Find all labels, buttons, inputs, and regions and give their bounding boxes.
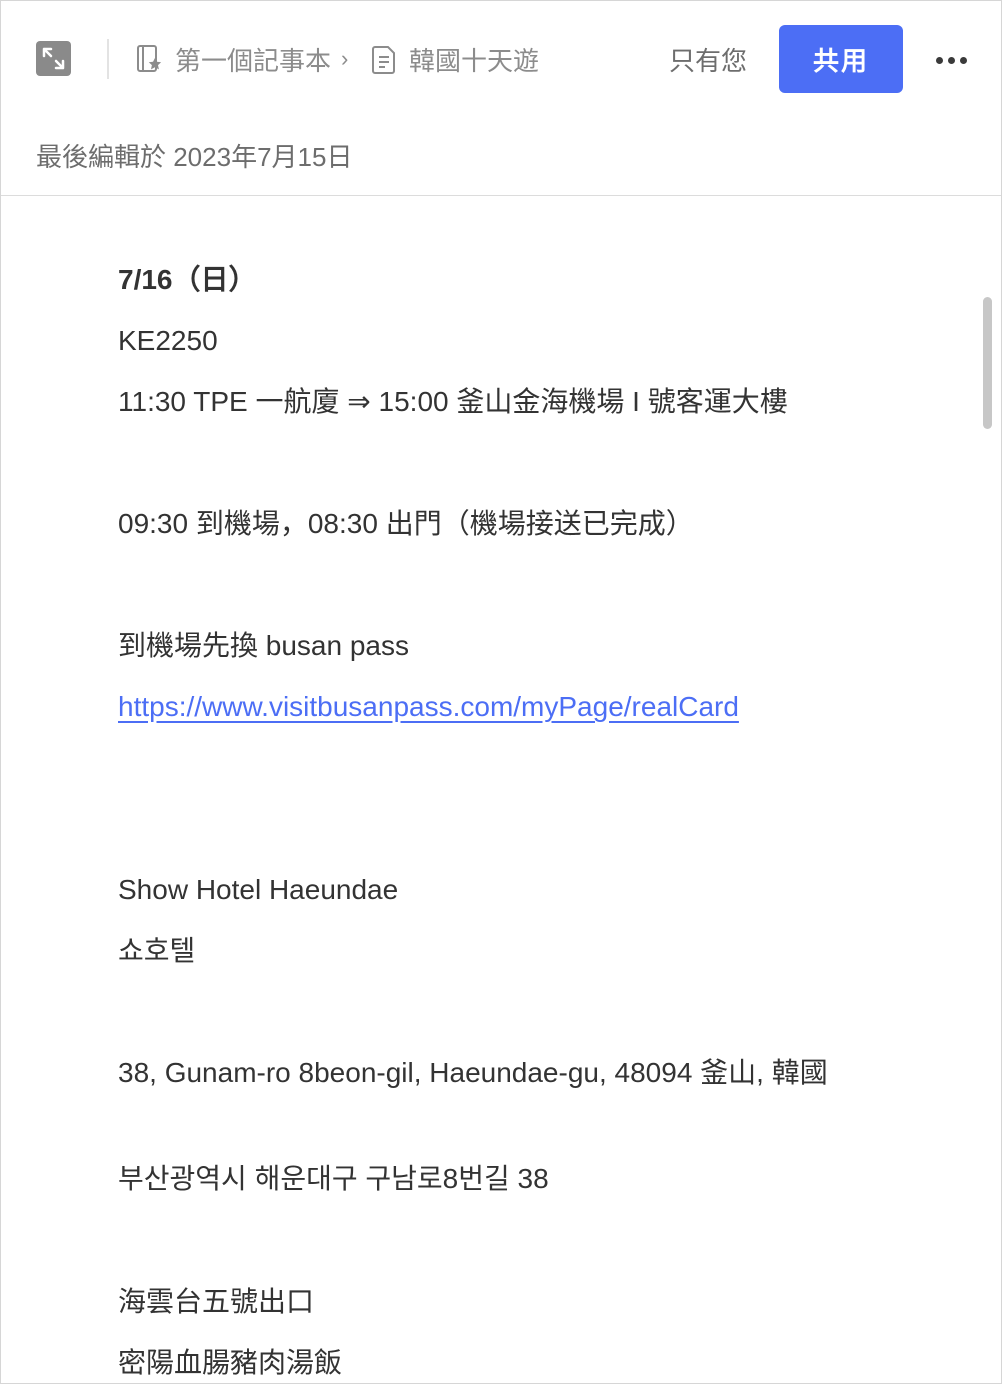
note-line: 11:30 TPE 一航廈 ⇒ 15:00 釜山金海機場 I 號客運大樓 <box>118 386 788 417</box>
note-line: 38, Gunam-ro 8beon-gil, Haeundae-gu, 480… <box>118 1057 828 1088</box>
breadcrumb-notebook-label: 第一個記事本 <box>175 45 332 76</box>
last-edited: 最後編輯於 2023年7月15日 <box>36 142 353 172</box>
more-icon <box>935 56 943 64</box>
note-line: 부산광역시 해운대구 구남로8번길 38 <box>118 1163 549 1194</box>
note-line: 到機場先換 busan pass <box>118 630 409 661</box>
breadcrumb-note[interactable]: 韓國十天遊 <box>371 41 539 77</box>
note-line: 密陽血腸豬肉湯飯 <box>118 1347 343 1378</box>
visibility-label[interactable]: 只有您 <box>669 41 747 77</box>
note-line: 海雲台五號出口 <box>118 1286 315 1317</box>
share-button[interactable]: 共用 <box>779 25 903 93</box>
header-bottom-divider <box>1 195 1001 196</box>
note-line: 쇼호텔 <box>118 935 196 966</box>
expand-icon <box>42 47 65 70</box>
header-divider <box>107 39 109 79</box>
scrollbar-thumb[interactable] <box>983 297 992 429</box>
note-line: KE2250 <box>118 325 218 356</box>
more-icon-dot <box>959 56 967 64</box>
note-line: 7/16（日） <box>118 264 257 295</box>
note-icon <box>372 46 395 74</box>
expand-button[interactable] <box>36 41 71 76</box>
note-line: 09:30 到機場，08:30 出門（機場接送已完成） <box>118 508 694 539</box>
note-link[interactable]: https://www.visitbusanpass.com/myPage/re… <box>118 687 739 727</box>
more-icon-dot <box>947 56 955 64</box>
breadcrumb-note-label: 韓國十天遊 <box>409 45 540 76</box>
more-button[interactable] <box>931 43 971 77</box>
notebook-icon <box>137 45 162 72</box>
note-line: Show Hotel Haeundae <box>118 874 399 905</box>
note-header: 第一個記事本 › 韓國十天遊 只有您 共用 <box>1 1 1001 119</box>
note-window: 第一個記事本 › 韓國十天遊 只有您 共用 最後編輯於 2023年7月15日 7… <box>0 0 1002 1384</box>
breadcrumb-notebook[interactable]: 第一個記事本 <box>135 41 331 77</box>
breadcrumb-separator: › <box>341 46 349 71</box>
